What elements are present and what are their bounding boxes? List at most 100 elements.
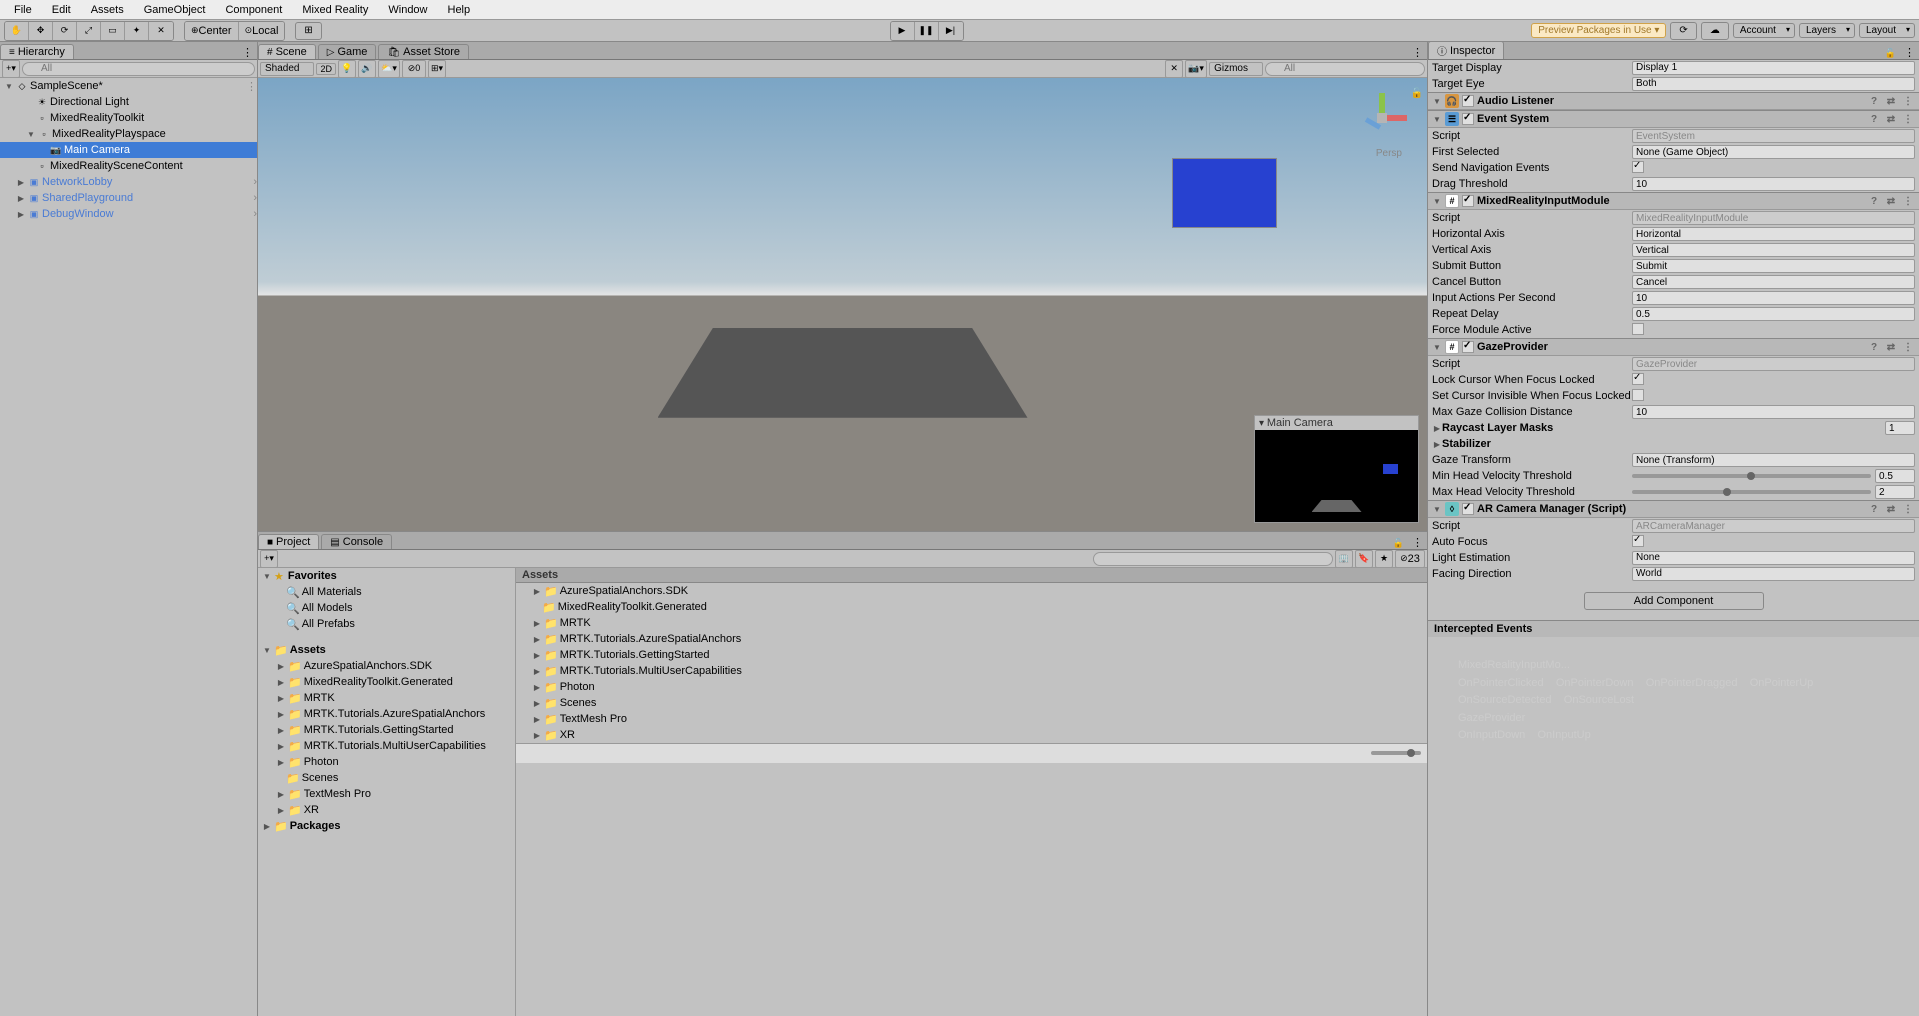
asset-store-tab[interactable]: 🛍 Asset Store (378, 44, 469, 59)
hierarchy-tab[interactable]: ≡ Hierarchy (0, 44, 74, 59)
menu-help[interactable]: Help (438, 2, 481, 18)
content-folder[interactable]: ▶📁 MRTK.Tutorials.GettingStarted (516, 647, 1427, 663)
help-icon[interactable]: ? (1867, 196, 1881, 207)
play-button[interactable]: ▶ (891, 22, 915, 40)
content-folder[interactable]: ▶📁 Photon (516, 679, 1427, 695)
lock-icon[interactable]: 🔓 (1411, 88, 1423, 99)
menu-component[interactable]: Component (215, 2, 292, 18)
project-menu-icon[interactable]: ⋮ (1408, 536, 1427, 549)
hierarchy-item-debug[interactable]: ▶▣DebugWindow› (0, 206, 257, 222)
gizmos-dropdown[interactable]: Gizmos (1209, 62, 1263, 76)
scene-camera-icon[interactable]: 📷▾ (1185, 60, 1207, 78)
scene-root[interactable]: ▼◇ SampleScene* ⋮ (0, 78, 257, 94)
input-module-enabled[interactable] (1462, 195, 1474, 207)
save-search-icon[interactable]: ★ (1375, 550, 1393, 568)
menu-file[interactable]: File (4, 2, 42, 18)
filter-label-icon[interactable]: 🔖 (1355, 550, 1373, 568)
folder-mrtk[interactable]: ▶📁 MRTK (258, 690, 515, 706)
help-icon[interactable]: ? (1867, 114, 1881, 125)
inspector-tab[interactable]: ⓘ Inspector (1428, 42, 1504, 59)
inspector-menu-icon[interactable]: ⋮ (1900, 46, 1919, 59)
menu-mixed-reality[interactable]: Mixed Reality (292, 2, 378, 18)
local-toggle[interactable]: ⊙ Local (239, 22, 285, 40)
custom-tool-icon[interactable]: ✕ (149, 22, 173, 40)
content-folder[interactable]: 📁 MixedRealityToolkit.Generated (516, 599, 1427, 615)
light-estimation-dropdown[interactable]: None (1632, 551, 1915, 565)
max-gaze-field[interactable] (1632, 405, 1915, 419)
cloud-icon[interactable]: ☁ (1701, 22, 1729, 40)
add-component-button[interactable]: Add Component (1584, 592, 1764, 610)
folder-mrtk-gen[interactable]: ▶📁 MixedRealityToolkit.Generated (258, 674, 515, 690)
project-tab[interactable]: ■ Project (258, 534, 319, 549)
inspector-lock-icon[interactable]: 🔓 (1881, 48, 1900, 59)
content-folder[interactable]: ▶📁 AzureSpatialAnchors.SDK (516, 583, 1427, 599)
scene-tools-icon[interactable]: ✕ (1165, 60, 1183, 78)
folder-scenes[interactable]: 📁 Scenes (258, 770, 515, 786)
rotate-tool-icon[interactable]: ⟳ (53, 22, 77, 40)
component-menu-icon[interactable]: ⋮ (1901, 96, 1915, 107)
assets-header[interactable]: ▼📁 Assets (258, 642, 515, 658)
folder-tmp[interactable]: ▶📁 TextMesh Pro (258, 786, 515, 802)
hierarchy-menu-icon[interactable]: ⋮ (238, 46, 257, 59)
shading-dropdown[interactable]: Shaded (260, 62, 314, 76)
scene-fx-icon[interactable]: ⛅▾ (378, 60, 400, 78)
perspective-label[interactable]: Persp (1376, 148, 1402, 159)
stabilizer-label[interactable]: Stabilizer (1442, 438, 1642, 450)
preset-icon[interactable]: ⇄ (1884, 114, 1898, 125)
folder-xr[interactable]: ▶📁 XR (258, 802, 515, 818)
gaze-transform-field[interactable] (1632, 453, 1915, 467)
content-folder[interactable]: ▶📁 Scenes (516, 695, 1427, 711)
help-icon[interactable]: ? (1867, 504, 1881, 515)
lock-cursor-checkbox[interactable] (1632, 373, 1644, 385)
account-dropdown[interactable]: Account (1733, 23, 1795, 38)
content-folder[interactable]: ▶📁 MRTK.Tutorials.MultiUserCapabilities (516, 663, 1427, 679)
event-system-enabled[interactable] (1462, 113, 1474, 125)
max-head-field[interactable] (1875, 485, 1915, 499)
auto-focus-checkbox[interactable] (1632, 535, 1644, 547)
send-nav-checkbox[interactable] (1632, 161, 1644, 173)
folder-tut-getting[interactable]: ▶📁 MRTK.Tutorials.GettingStarted (258, 722, 515, 738)
fav-prefabs[interactable]: 🔍 All Prefabs (258, 616, 515, 632)
project-lock-icon[interactable]: 🔓 (1389, 538, 1408, 549)
horizontal-axis-field[interactable] (1632, 227, 1915, 241)
audio-listener-enabled[interactable] (1462, 95, 1474, 107)
menu-gameobject[interactable]: GameObject (134, 2, 216, 18)
target-eye-dropdown[interactable]: Both (1632, 77, 1915, 91)
content-folder[interactable]: ▶📁 MRTK (516, 615, 1427, 631)
2d-toggle[interactable]: 2D (316, 63, 336, 75)
step-button[interactable]: ▶| (939, 22, 963, 40)
component-menu-icon[interactable]: ⋮ (1901, 114, 1915, 125)
hierarchy-item-light[interactable]: ☀Directional Light (0, 94, 257, 110)
hierarchy-create-dropdown[interactable]: +▾ (2, 60, 20, 78)
project-search-input[interactable] (1093, 552, 1333, 566)
cursor-invisible-checkbox[interactable] (1632, 389, 1644, 401)
hierarchy-item-network[interactable]: ▶▣NetworkLobby› (0, 174, 257, 190)
input-module-component[interactable]: ▼ # MixedRealityInputModule ? ⇄ ⋮ (1428, 192, 1919, 210)
folder-photon[interactable]: ▶📁 Photon (258, 754, 515, 770)
menu-window[interactable]: Window (378, 2, 437, 18)
scene-viewport[interactable]: Persp 🔓 ▾ Main Camera (258, 78, 1427, 531)
preset-icon[interactable]: ⇄ (1884, 196, 1898, 207)
event-system-component[interactable]: ▼ ☰ Event System ? ⇄ ⋮ (1428, 110, 1919, 128)
gaze-provider-enabled[interactable] (1462, 341, 1474, 353)
hidden-count[interactable]: ⊘23 (1395, 550, 1425, 568)
menu-edit[interactable]: Edit (42, 2, 81, 18)
console-tab[interactable]: ▤ Console (321, 534, 392, 549)
scene-search-input[interactable] (1265, 62, 1425, 76)
favorites-header[interactable]: ▼★Favorites (258, 568, 515, 584)
fav-models[interactable]: 🔍 All Models (258, 600, 515, 616)
pivot-toggle[interactable]: ⊕ Center (185, 22, 239, 40)
component-menu-icon[interactable]: ⋮ (1901, 504, 1915, 515)
move-tool-icon[interactable]: ✥ (29, 22, 53, 40)
ar-camera-enabled[interactable] (1462, 503, 1474, 515)
layers-dropdown[interactable]: Layers (1799, 23, 1855, 38)
preview-packages-badge[interactable]: Preview Packages in Use ▾ (1531, 23, 1666, 38)
scene-audio-icon[interactable]: 🔊 (358, 60, 376, 78)
hierarchy-item-main-camera[interactable]: 📷Main Camera (0, 142, 257, 158)
component-menu-icon[interactable]: ⋮ (1901, 196, 1915, 207)
content-folder[interactable]: ▶📁 MRTK.Tutorials.AzureSpatialAnchors (516, 631, 1427, 647)
transform-tool-icon[interactable]: ✦ (125, 22, 149, 40)
component-menu-icon[interactable]: ⋮ (1901, 342, 1915, 353)
collab-icon[interactable]: ⟳ (1670, 22, 1696, 40)
layout-dropdown[interactable]: Layout (1859, 23, 1915, 38)
